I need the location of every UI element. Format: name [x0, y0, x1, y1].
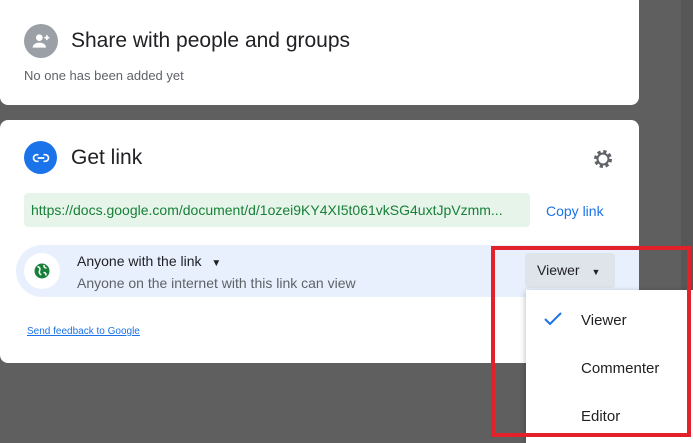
send-feedback-link[interactable]: Send feedback to Google [27, 326, 140, 337]
share-empty-text: No one has been added yet [24, 68, 184, 83]
link-icon [24, 141, 57, 174]
gear-icon[interactable] [591, 147, 615, 176]
copy-link-button[interactable]: Copy link [546, 203, 604, 219]
highlight-box [491, 246, 691, 437]
share-title: Share with people and groups [71, 29, 351, 52]
caret-down-icon: ▼ [211, 258, 222, 269]
get-link-title: Get link [71, 146, 143, 169]
access-scope-label: Anyone with the link [77, 253, 202, 269]
link-url-field[interactable]: https://docs.google.com/document/d/1ozei… [24, 193, 530, 227]
share-card: Share with people and groups No one has … [0, 0, 639, 105]
add-person-icon [24, 24, 58, 58]
globe-icon [24, 253, 60, 289]
access-scope-dropdown[interactable]: Anyone with the link ▼ [77, 253, 221, 269]
access-description: Anyone on the internet with this link ca… [77, 275, 356, 291]
